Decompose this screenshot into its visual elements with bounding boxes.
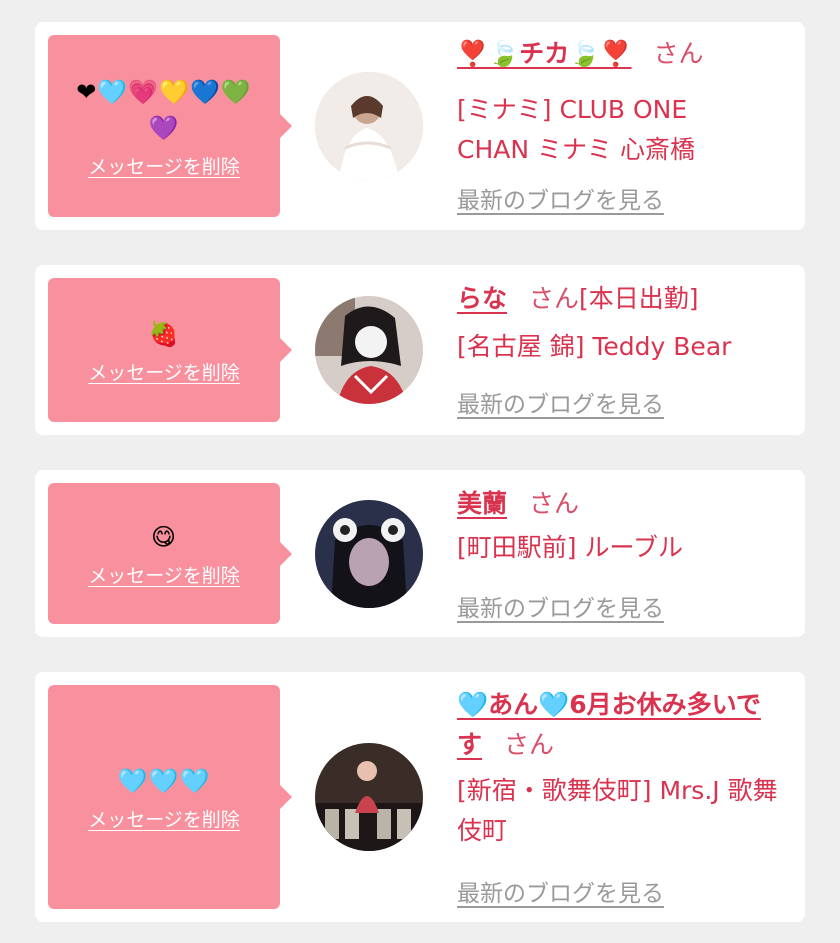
avatar-image	[315, 72, 423, 180]
message-text: 🍓	[148, 319, 180, 348]
girl-info: ❣️🍃チカ🍃❣️ さん [ミナミ] CLUB ONE CHAN ミナミ 心斎橋	[457, 34, 787, 170]
list-item: 🍓 メッセージを削除 らな さん[本日出勤] [名古屋 錦] Teddy Bear…	[35, 265, 805, 435]
girl-info: らな さん[本日出勤] [名古屋 錦] Teddy Bear	[457, 279, 787, 367]
list-item: 😋 メッセージを削除 美蘭 さん [町田駅前] ルーブル 最新のブログを見る	[35, 470, 805, 637]
message-text: 🩵🩵🩵	[117, 766, 211, 795]
status-tag: [本日出勤]	[579, 284, 699, 313]
delete-message-button[interactable]: メッセージを削除	[88, 561, 240, 588]
name-line: ❣️🍃チカ🍃❣️ さん	[457, 34, 787, 74]
latest-blog-link[interactable]: 最新のブログを見る	[457, 385, 664, 419]
message-bubble: ❤🩵💗💛💙💚💜 メッセージを削除	[48, 35, 292, 217]
name-line: らな さん[本日出勤]	[457, 279, 787, 319]
honorific: さん	[653, 39, 704, 68]
honorific: さん	[504, 730, 555, 759]
message-text: 😋	[150, 523, 178, 551]
name-line: 🩵あん🩵6月お休み多いです さん	[457, 685, 777, 765]
delete-message-button[interactable]: メッセージを削除	[88, 805, 240, 832]
girl-name-link[interactable]: 美蘭	[457, 489, 507, 518]
shop-name: [名古屋 錦] Teddy Bear	[457, 332, 732, 361]
latest-blog-link[interactable]: 最新のブログを見る	[457, 589, 664, 623]
delete-message-button[interactable]: メッセージを削除	[88, 152, 240, 179]
message-bubble: 🩵🩵🩵 メッセージを削除	[48, 685, 292, 909]
girl-name-link[interactable]: ❣️🍃チカ🍃❣️	[457, 39, 632, 68]
girl-info: 美蘭 さん [町田駅前] ルーブル	[457, 484, 787, 568]
shop-name: [町田駅前] ルーブル	[457, 533, 683, 562]
shop-name: [新宿・歌舞伎町] Mrs.J 歌舞伎町	[457, 776, 778, 845]
girl-name-link[interactable]: らな	[457, 284, 507, 313]
avatar-image	[315, 743, 423, 851]
message-text: ❤🩵💗💛💙💚💜	[76, 77, 252, 142]
name-line: 美蘭 さん	[457, 484, 787, 524]
delete-message-button[interactable]: メッセージを削除	[88, 358, 240, 385]
honorific: さん	[529, 489, 580, 518]
message-bubble: 😋 メッセージを削除	[48, 483, 292, 624]
girl-name-link[interactable]: 🩵あん🩵6月お休み多いです	[457, 690, 761, 759]
avatar[interactable]	[315, 500, 423, 608]
latest-blog-link[interactable]: 最新のブログを見る	[457, 874, 664, 908]
honorific: さん	[529, 284, 580, 313]
shop-name: [ミナミ] CLUB ONE CHAN ミナミ 心斎橋	[457, 95, 695, 164]
message-bubble: 🍓 メッセージを削除	[48, 278, 292, 422]
list-item: 🩵🩵🩵 メッセージを削除 🩵あん🩵6月お休み多いです さん [新宿・歌舞伎町] M…	[35, 672, 805, 922]
avatar-image	[315, 296, 423, 404]
favorites-message-list: ❤🩵💗💛💙💚💜 メッセージを削除 ❣️🍃チカ🍃❣️ さん [ミナミ] CLUB O…	[0, 0, 840, 943]
avatar[interactable]	[315, 72, 423, 180]
avatar-image	[315, 500, 423, 608]
girl-info: 🩵あん🩵6月お休み多いです さん [新宿・歌舞伎町] Mrs.J 歌舞伎町	[457, 685, 787, 851]
list-item: ❤🩵💗💛💙💚💜 メッセージを削除 ❣️🍃チカ🍃❣️ さん [ミナミ] CLUB O…	[35, 22, 805, 230]
latest-blog-link[interactable]: 最新のブログを見る	[457, 181, 664, 215]
avatar[interactable]	[315, 743, 423, 851]
avatar[interactable]	[315, 296, 423, 404]
